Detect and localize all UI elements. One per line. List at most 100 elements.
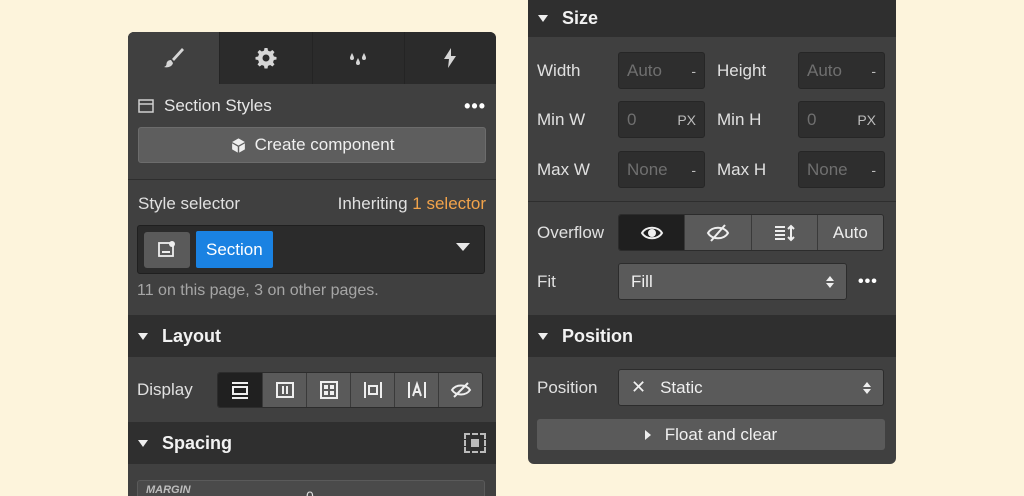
inheriting-prefix: Inheriting [337,194,408,213]
overflow-scroll-button[interactable] [750,215,817,250]
caret-right-icon [644,429,651,440]
position-value: Static [660,377,703,397]
overflow-options: Auto [618,214,884,251]
display-grid-button[interactable] [306,373,350,407]
float-and-clear-label: Float and clear [664,424,778,444]
gear-icon [255,48,277,69]
margin-label: MARGIN [146,484,191,496]
tab-interactions[interactable] [311,32,404,84]
max-width-input[interactable]: None - [618,151,705,188]
selector-type-button[interactable] [144,232,190,268]
min-width-label: Min W [537,109,586,129]
updown-icon [826,275,834,288]
overflow-visible-button[interactable] [619,215,685,250]
height-unit[interactable]: - [871,63,876,79]
fit-value: Fill [631,271,653,291]
height-input[interactable]: Auto - [798,52,885,89]
style-selector-field[interactable]: Section [137,225,485,274]
element-icon [158,241,175,257]
display-options [217,372,483,408]
overflow-hidden-button[interactable] [684,215,750,250]
size-row-max: Max W None - Max H None - [537,151,887,188]
cube-icon [231,137,245,153]
panel-title: Section Styles [164,96,272,115]
size-section-header[interactable]: Size [528,0,896,37]
close-icon: ✕ [631,377,647,397]
width-value: Auto [627,60,662,80]
selector-usage-hint: 11 on this page, 3 on other pages. [137,282,379,299]
caret-down-icon [138,439,148,447]
size-position-panel: Size Width Auto - Height Auto - Min W 0 PX … [528,0,896,464]
spacing-header-label: Spacing [162,432,233,453]
position-select[interactable]: ✕ Static [618,369,884,406]
inline-block-icon [363,382,382,398]
overflow-auto-button[interactable]: Auto [816,215,883,250]
max-height-input[interactable]: None - [798,151,885,188]
max-height-unit[interactable]: - [871,162,876,178]
position-row: Position ✕ Static [537,369,887,406]
inheriting-info: Inheriting 1 selector [338,194,486,214]
spacing-section-header[interactable]: Spacing [128,422,496,464]
max-width-label: Max W [537,159,590,179]
scroll-icon [775,224,795,241]
margin-editor[interactable]: MARGIN 0 [137,480,485,496]
position-header-label: Position [562,325,633,346]
caret-down-icon [138,332,148,340]
more-options-icon[interactable]: ••• [464,96,486,117]
grid-icon [319,381,338,399]
inheriting-count-link[interactable]: 1 selector [412,194,486,213]
max-height-value: None [807,159,848,179]
max-width-unit[interactable]: - [691,162,696,178]
display-inline-block-button[interactable] [350,373,394,407]
size-header-label: Size [562,8,599,28]
min-height-unit[interactable]: PX [857,112,876,128]
fit-select[interactable]: Fill [618,263,847,300]
selector-tag-section[interactable]: Section [196,231,273,268]
tab-triggers[interactable] [403,32,496,84]
create-component-button[interactable]: Create component [138,127,486,163]
chevron-down-icon[interactable] [456,243,470,251]
min-height-input[interactable]: 0 PX [798,101,885,138]
eye-slash-icon [450,382,471,398]
divider [528,201,896,202]
width-input[interactable]: Auto - [618,52,705,89]
style-selector-header: Style selector Inheriting 1 selector [128,192,496,216]
spacing-preview-icon[interactable] [464,433,486,453]
display-inline-button[interactable] [394,373,438,407]
fit-more-icon[interactable]: ••• [858,273,878,291]
updown-icon [863,381,871,394]
caret-down-icon [538,15,548,22]
min-width-unit[interactable]: PX [677,112,696,128]
divider [128,179,496,180]
layout-header-label: Layout [162,325,222,346]
size-row-min: Min W 0 PX Min H 0 PX [537,101,887,138]
max-height-label: Max H [717,159,767,179]
tab-settings[interactable] [219,32,311,84]
display-block-button[interactable] [218,373,262,407]
create-component-label: Create component [254,135,395,154]
tab-style[interactable] [128,32,220,84]
flex-icon [275,382,294,398]
eye-icon [640,226,663,239]
height-value: Auto [807,60,842,80]
display-flex-button[interactable] [262,373,306,407]
block-icon [232,382,248,399]
fit-row: Fit Fill ••• [537,263,887,300]
section-icon [138,99,154,113]
width-unit[interactable]: - [691,63,696,79]
margin-top-value[interactable]: 0 [306,488,314,496]
min-width-input[interactable]: 0 PX [618,101,705,138]
drops-icon [350,53,367,65]
min-height-value: 0 [807,109,817,129]
panel-tabs [128,32,496,84]
display-label: Display [137,380,193,399]
layout-section-header[interactable]: Layout [128,315,496,357]
size-row-width-height: Width Auto - Height Auto - [537,52,887,89]
min-height-label: Min H [717,109,762,129]
height-label: Height [717,60,767,80]
float-and-clear-toggle[interactable]: Float and clear [537,419,885,450]
fit-label: Fit [537,271,556,291]
position-section-header[interactable]: Position [528,315,896,357]
style-panel: Section Styles ••• Create component Styl… [128,32,496,496]
display-none-button[interactable] [438,373,482,407]
